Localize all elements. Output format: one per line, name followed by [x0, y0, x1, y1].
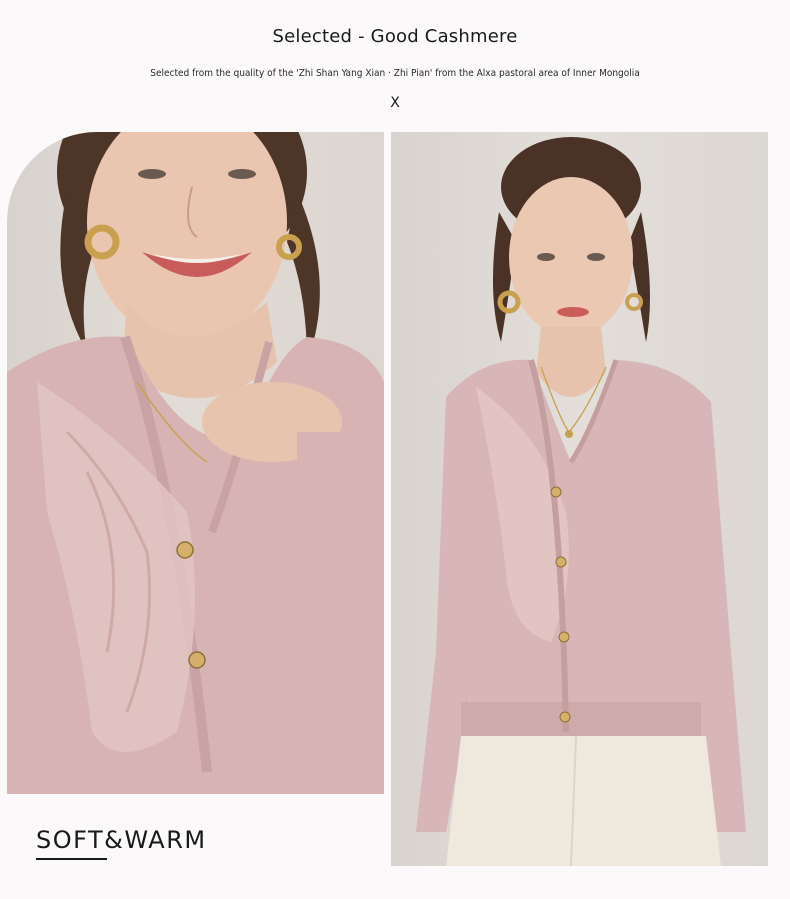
- button-2: [188, 651, 206, 669]
- earring-right: [625, 293, 643, 311]
- product-photo-closeup: [7, 132, 384, 794]
- header: Selected - Good Cashmere Selected from t…: [0, 0, 790, 125]
- button-1: [550, 486, 562, 498]
- separator-mark: X: [390, 95, 400, 111]
- tagline-underline: [36, 858, 107, 860]
- closeup-illustration: [7, 132, 384, 794]
- page-subtitle: Selected from the quality of the 'Zhi Sh…: [150, 68, 640, 79]
- button-4: [559, 711, 571, 723]
- skirt-shape: [446, 736, 721, 866]
- button-1: [176, 541, 194, 559]
- button-2: [555, 556, 567, 568]
- button-3: [558, 631, 570, 643]
- fullbody-illustration: [416, 137, 746, 866]
- page-title: Selected - Good Cashmere: [272, 26, 518, 47]
- product-photo-fullbody: [391, 132, 768, 866]
- tagline: SOFT&WARM: [36, 826, 207, 854]
